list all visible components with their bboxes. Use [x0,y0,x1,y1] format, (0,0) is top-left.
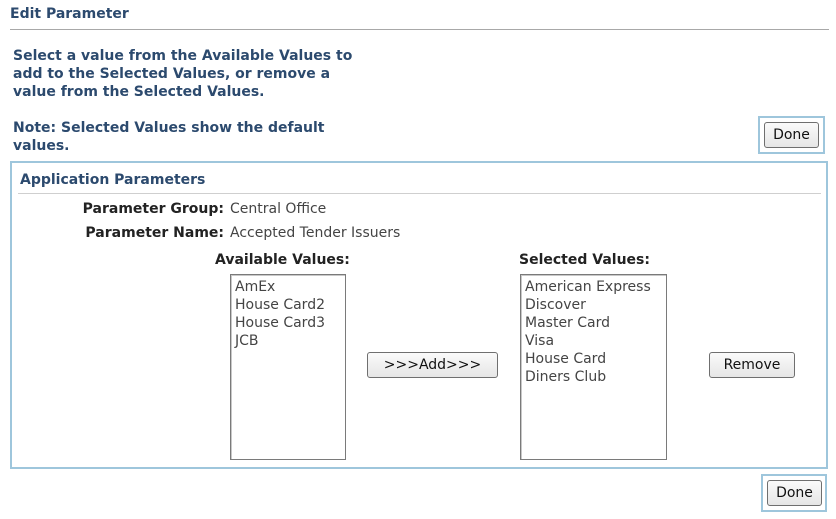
application-parameters-panel: Application Parameters Parameter Group: … [10,161,828,469]
list-item[interactable]: Discover [525,296,662,314]
add-button[interactable]: >>>Add>>> [367,352,498,378]
done-button-top[interactable]: Done [764,122,819,148]
panel-divider [18,193,821,194]
list-item[interactable]: American Express [525,278,662,296]
parameter-group-label: Parameter Group: [82,201,224,217]
panel-title: Application Parameters [20,172,206,188]
selected-values-label: Selected Values: [519,252,650,268]
selected-values-list[interactable]: American Express Discover Master Card Vi… [520,274,667,460]
list-item[interactable]: Diners Club [525,368,662,386]
parameter-group-value: Central Office [230,201,327,217]
parameter-name-label: Parameter Name: [85,225,224,241]
note-text: Note: Selected Values show the default v… [13,120,325,154]
done-button-frame-bottom: Done [761,474,827,512]
available-values-list[interactable]: AmEx House Card2 House Card3 JCB [230,274,346,460]
list-item[interactable]: Master Card [525,314,662,332]
parameter-name-value: Accepted Tender Issuers [230,225,401,241]
edit-parameter-page: Edit Parameter Select a value from the A… [0,0,836,519]
list-item[interactable]: AmEx [235,278,341,296]
done-button-bottom[interactable]: Done [767,480,822,506]
instructions-text: Select a value from the Available Values… [13,48,353,100]
page-title: Edit Parameter [10,6,129,22]
list-item[interactable]: House Card3 [235,314,341,332]
remove-button[interactable]: Remove [709,352,795,378]
available-values-label: Available Values: [215,252,350,268]
title-divider [10,29,829,30]
done-button-frame-top: Done [758,116,825,154]
list-item[interactable]: House Card2 [235,296,341,314]
list-item[interactable]: JCB [235,332,341,350]
list-item[interactable]: Visa [525,332,662,350]
list-item[interactable]: House Card [525,350,662,368]
